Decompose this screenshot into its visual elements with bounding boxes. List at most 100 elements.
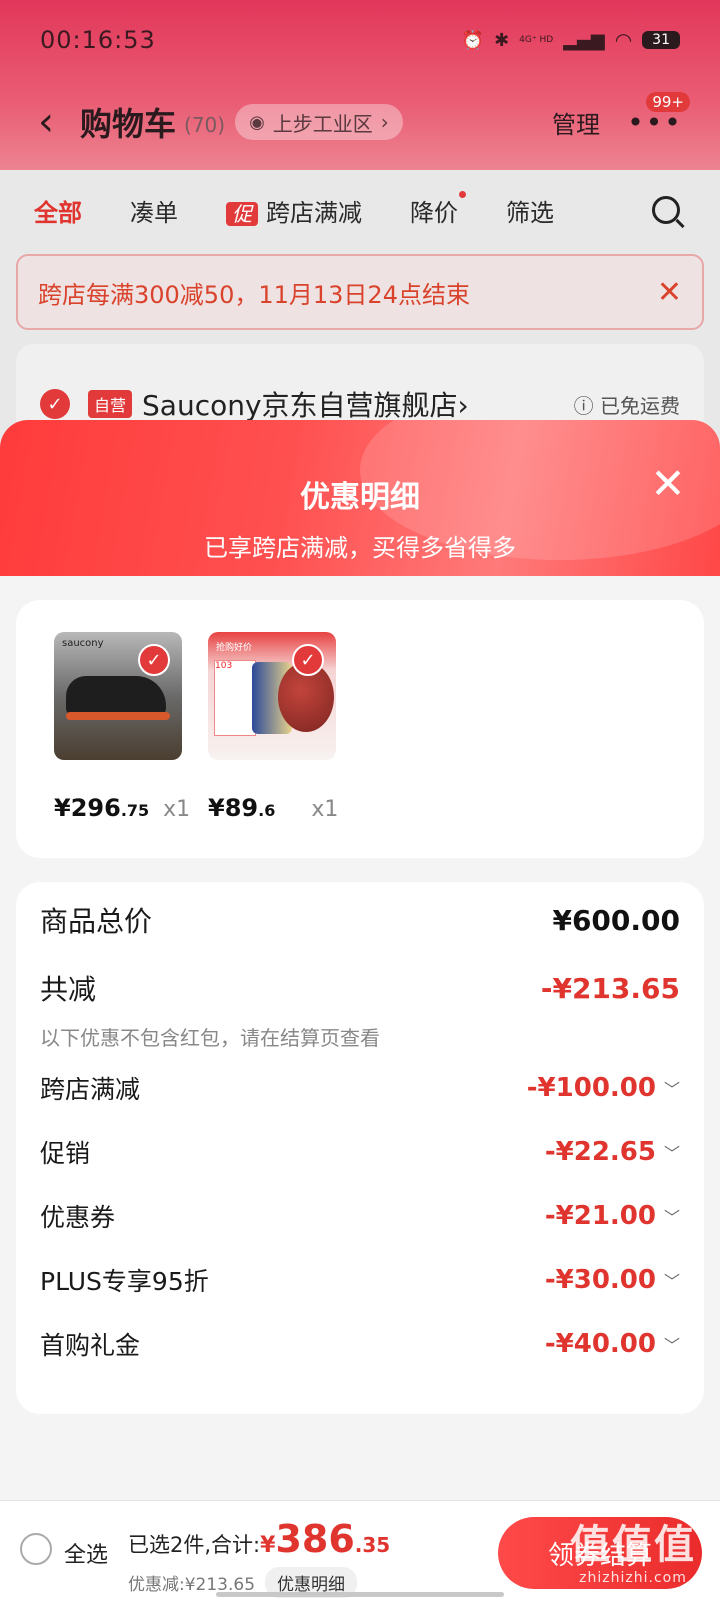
wifi-icon: ◠ bbox=[614, 28, 633, 52]
shop-name-label: Saucony京东自营旗舰店 bbox=[142, 389, 458, 422]
shop-checkbox[interactable]: ✓ bbox=[40, 389, 70, 419]
currency-symbol: ¥ bbox=[54, 794, 71, 822]
watermark-logo: 值值值 bbox=[570, 1522, 696, 1568]
currency-symbol: ¥ bbox=[260, 1533, 276, 1558]
goods-item[interactable]: saucony ✓ ¥ 296 .75 x1 bbox=[54, 632, 190, 822]
watermark-url: zhizhizhi.com bbox=[579, 1570, 687, 1586]
tab-cross-store[interactable]: 促跨店满减 bbox=[226, 193, 362, 228]
tab-cross-store-label: 跨店满减 bbox=[266, 198, 362, 227]
tab-price-drop-label: 降价 bbox=[410, 198, 458, 227]
discount-row-first-purchase[interactable]: 首购礼金 -¥40.00 ﹀ bbox=[40, 1326, 680, 1362]
status-icons: ⏰ ✱ 4G⁺ HD ▂▄▆ ◠ 31 bbox=[462, 28, 680, 52]
home-indicator[interactable] bbox=[216, 1592, 504, 1597]
tab-bundle[interactable]: 凑单 bbox=[130, 193, 178, 228]
discount-label: 首购礼金 bbox=[40, 1331, 141, 1360]
total-reduction-amount: -¥213.65 bbox=[540, 971, 680, 1005]
discount-row-coupon[interactable]: 优惠券 -¥21.00 ﹀ bbox=[40, 1198, 680, 1234]
select-all-label[interactable]: 全选 bbox=[64, 1537, 108, 1569]
filter-tabs: 全部 凑单 促跨店满减 降价 筛选 bbox=[34, 188, 680, 232]
discount-detail-card: 商品总价 ¥600.00 共减 -¥213.65 以下优惠不包含红包，请在结算页… bbox=[16, 882, 704, 1414]
check-icon[interactable]: ✓ bbox=[138, 644, 170, 676]
sheet-header: 优惠明细 已享跨店满减，买得多省得多 ✕ bbox=[0, 420, 720, 580]
product-thumbnail-shoe[interactable]: saucony ✓ bbox=[54, 632, 182, 760]
cart-count: (70) bbox=[184, 113, 226, 137]
tab-filter[interactable]: 筛选 bbox=[506, 193, 554, 228]
discount-label: PLUS专享95折 bbox=[40, 1267, 209, 1296]
manage-button[interactable]: 管理 bbox=[552, 105, 600, 140]
status-time: 00:16:53 bbox=[40, 26, 156, 54]
price-integer: 296 bbox=[70, 794, 121, 822]
location-label: 上步工业区 bbox=[272, 111, 373, 136]
promo-tag: 促 bbox=[226, 201, 258, 226]
sheet-subtitle: 已享跨店满减，买得多省得多 bbox=[204, 534, 516, 562]
tab-all[interactable]: 全部 bbox=[34, 193, 82, 228]
goods-price: ¥ 296 .75 x1 bbox=[54, 794, 190, 822]
discount-row-cross-store[interactable]: 跨店满减 -¥100.00 ﹀ bbox=[40, 1070, 680, 1106]
check-icon[interactable]: ✓ bbox=[292, 644, 324, 676]
chevron-right-icon: › bbox=[380, 110, 389, 134]
total-price-row: 商品总价 ¥600.00 bbox=[40, 900, 680, 940]
discount-amount: -¥40.00 bbox=[544, 1329, 656, 1359]
total-reduction-row: 共减 -¥213.65 bbox=[40, 968, 680, 1008]
discount-row-plus[interactable]: PLUS专享95折 -¥30.00 ﹀ bbox=[40, 1262, 680, 1298]
chevron-left-icon[interactable]: ‹ bbox=[38, 102, 68, 142]
signal-icon: ▂▄▆ bbox=[563, 29, 605, 51]
search-icon[interactable] bbox=[652, 196, 680, 224]
currency-symbol: ¥ bbox=[208, 794, 225, 822]
chevron-down-icon: ﹀ bbox=[663, 1208, 680, 1227]
shoe-sole-image bbox=[66, 712, 170, 720]
new-dot bbox=[459, 190, 466, 198]
total-decimal: .35 bbox=[354, 1533, 391, 1557]
total-integer: 386 bbox=[275, 1517, 355, 1561]
selection-summary: 已选2件,合计: ¥ 386 .35 bbox=[128, 1517, 390, 1561]
summary-text: 已选2件,合计: bbox=[128, 1533, 261, 1557]
discount-amount: -¥21.00 bbox=[544, 1201, 656, 1231]
goods-card: saucony ✓ ¥ 296 .75 x1 抢购好价 103 ✓ ¥ 89 .… bbox=[16, 600, 704, 858]
goods-price: ¥ 89 .6 x1 bbox=[208, 794, 339, 822]
price-decimal: .6 bbox=[258, 801, 276, 820]
chevron-down-icon: ﹀ bbox=[663, 1336, 680, 1355]
cart-title-row: ‹ 购物车 (70) ◉ 上步工业区 › 管理 ••• 99+ bbox=[38, 92, 690, 148]
quantity: x1 bbox=[311, 797, 339, 822]
discount-amount: -¥30.00 bbox=[544, 1265, 656, 1295]
brand-logo: saucony bbox=[62, 638, 104, 649]
site-watermark: 值值值 zhizhizhi.com bbox=[570, 1512, 696, 1586]
bluetooth-icon: ✱ bbox=[494, 29, 510, 51]
quantity: x1 bbox=[163, 797, 191, 822]
sheet-title: 优惠明细 bbox=[300, 480, 420, 515]
discount-label: 跨店满减 bbox=[40, 1075, 141, 1104]
discount-amount: -¥100.00 bbox=[526, 1073, 656, 1103]
shoe-image bbox=[66, 676, 166, 716]
select-all-radio[interactable] bbox=[20, 1533, 52, 1565]
self-operated-tag: 自营 bbox=[88, 390, 133, 418]
discount-label: 促销 bbox=[40, 1139, 91, 1168]
price-decimal: .75 bbox=[120, 801, 150, 820]
promo-panel: 103 bbox=[214, 660, 256, 736]
chevron-right-icon: › bbox=[457, 389, 469, 422]
chevron-down-icon: ﹀ bbox=[663, 1272, 680, 1291]
product-thumbnail-ball[interactable]: 抢购好价 103 ✓ bbox=[208, 632, 336, 760]
price-integer: 89 bbox=[224, 794, 259, 822]
status-bar: 00:16:53 ⏰ ✱ 4G⁺ HD ▂▄▆ ◠ 31 bbox=[40, 24, 680, 56]
tab-price-drop[interactable]: 降价 bbox=[410, 190, 466, 228]
more-button[interactable]: ••• 99+ bbox=[627, 92, 690, 142]
total-reduction-label: 共减 bbox=[40, 973, 97, 1006]
chevron-down-icon: ﹀ bbox=[663, 1144, 680, 1163]
location-chip[interactable]: ◉ 上步工业区 › bbox=[235, 104, 403, 140]
shop-name[interactable]: Saucony京东自营旗舰店› bbox=[142, 384, 469, 424]
eye-icon: ◉ bbox=[249, 111, 265, 133]
total-price-label: 商品总价 bbox=[40, 905, 153, 938]
network-label: 4G⁺ HD bbox=[519, 35, 554, 45]
close-icon[interactable]: ✕ bbox=[646, 462, 690, 506]
promo-banner-text: 跨店每满300减50，11月13日24点结束 bbox=[38, 280, 470, 309]
reduction-note: 以下优惠不包含红包，请在结算页查看 bbox=[40, 1026, 380, 1050]
discount-amount: -¥22.65 bbox=[544, 1137, 656, 1167]
discount-label: 优惠券 bbox=[40, 1203, 116, 1232]
promo-banner: 跨店每满300减50，11月13日24点结束 ✕ bbox=[16, 254, 704, 330]
discount-row-promotion[interactable]: 促销 -¥22.65 ﹀ bbox=[40, 1134, 680, 1170]
product-tag: 抢购好价 bbox=[216, 643, 253, 653]
page-title: 购物车 bbox=[80, 105, 177, 143]
close-icon[interactable]: ✕ bbox=[657, 275, 682, 310]
goods-item[interactable]: 抢购好价 103 ✓ ¥ 89 .6 x1 bbox=[208, 632, 339, 822]
alarm-icon: ⏰ bbox=[461, 29, 485, 51]
